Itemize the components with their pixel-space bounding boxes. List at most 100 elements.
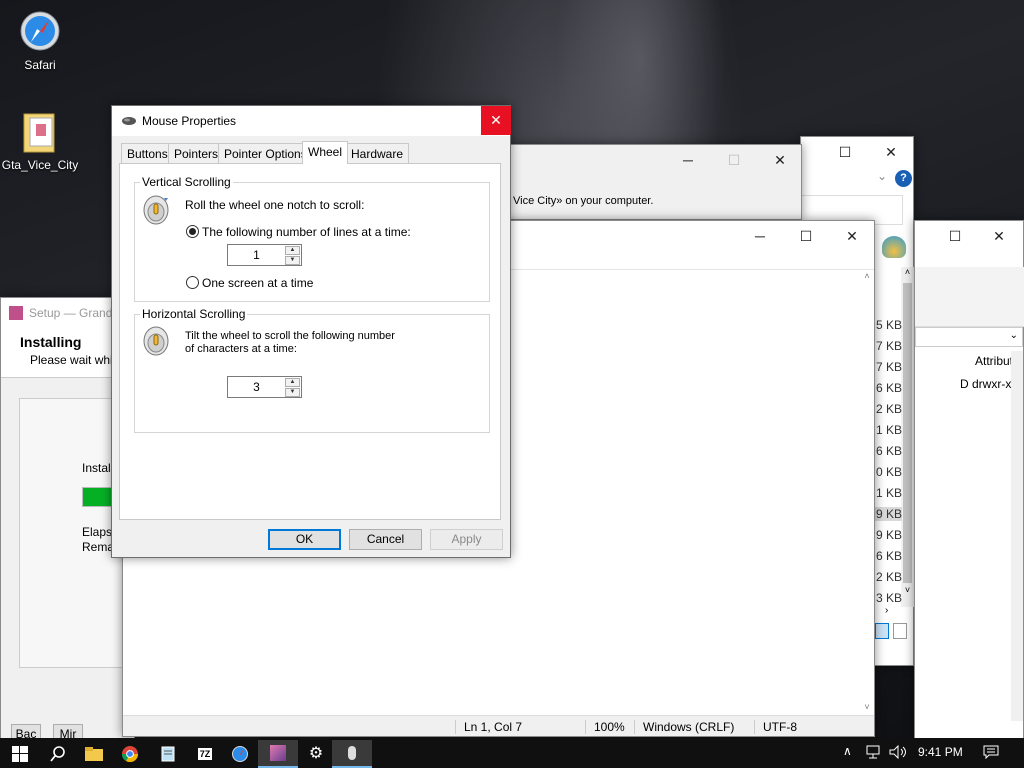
scroll-down-icon[interactable]: ˅ xyxy=(860,702,874,712)
taskbar-chrome[interactable] xyxy=(110,740,150,768)
file-size: 6 KB xyxy=(875,549,902,563)
file-size: 2 KB xyxy=(875,402,902,416)
horizontal-desc-line1: Tilt the wheel to scroll the following n… xyxy=(185,330,395,342)
tab-pointers[interactable]: Pointers xyxy=(168,143,225,163)
lines-value[interactable]: 1 xyxy=(228,245,285,265)
scroll-up-icon[interactable]: ˄ xyxy=(901,267,914,281)
file-size: 3 KB xyxy=(875,591,902,605)
close-icon[interactable]: ✕ xyxy=(869,137,913,167)
spin-down-icon[interactable]: ▼ xyxy=(285,256,300,265)
search-button[interactable] xyxy=(38,740,78,768)
lines-spinbox[interactable]: 1 ▲ ▼ xyxy=(227,244,302,266)
details-view-icon[interactable] xyxy=(875,623,889,639)
chars-value[interactable]: 3 xyxy=(228,377,285,397)
cancel-button[interactable]: Cancel xyxy=(349,529,422,550)
scroll-up-icon[interactable]: ˄ xyxy=(860,271,874,281)
taskbar-file-explorer[interactable] xyxy=(74,740,114,768)
taskbar-safari[interactable] xyxy=(220,740,260,768)
ok-button[interactable]: OK xyxy=(268,529,341,550)
large-icons-view-icon[interactable] xyxy=(893,623,907,639)
tab-hardware[interactable]: Hardware xyxy=(345,143,410,163)
windows-logo-icon xyxy=(12,746,28,762)
file-size: 0 KB xyxy=(875,465,902,479)
safari-compass-icon xyxy=(232,746,248,762)
taskbar-settings[interactable]: ⚙ xyxy=(296,740,336,768)
tab-pointer-options[interactable]: Pointer Options xyxy=(218,143,313,163)
status-line-ending: Windows (CRLF) xyxy=(634,720,734,734)
explorer-scroll-right-icon[interactable]: › xyxy=(885,605,888,616)
mouse-wheel-icon xyxy=(143,195,169,225)
spin-down-icon[interactable]: ▼ xyxy=(285,388,300,397)
scroll-thumb[interactable] xyxy=(903,283,912,583)
spin-up-icon[interactable]: ▲ xyxy=(285,378,300,387)
folder-archive-icon xyxy=(23,113,55,153)
taskbar-notepad[interactable] xyxy=(148,740,188,768)
status-zoom: 100% xyxy=(585,720,625,734)
desktop-icon-safari[interactable]: Safari xyxy=(0,10,80,72)
spin-up-icon[interactable]: ▲ xyxy=(285,246,300,255)
maximize-icon[interactable]: ☐ xyxy=(711,145,757,175)
chevron-down-icon: ⌄ xyxy=(1009,330,1018,341)
file-size: 6 KB xyxy=(875,381,902,395)
file-size: 7 KB xyxy=(875,360,902,374)
status-encoding: UTF-8 xyxy=(754,720,797,734)
chevron-down-icon[interactable]: ⌄ xyxy=(877,169,887,183)
close-button[interactable]: ✕ xyxy=(481,106,511,135)
show-hidden-icons-chevron-icon[interactable]: ∧ xyxy=(843,744,852,758)
app-shell-icon[interactable] xyxy=(882,236,906,258)
close-icon[interactable]: ✕ xyxy=(977,221,1021,251)
help-icon[interactable]: ? xyxy=(895,170,912,187)
file-size: 9 KB xyxy=(872,507,902,521)
notepad-status-bar: Ln 1, Col 7 100% Windows (CRLF) UTF-8 xyxy=(123,715,874,736)
minimize-icon[interactable]: ─ xyxy=(737,221,783,251)
close-icon[interactable]: ✕ xyxy=(829,221,875,251)
path-dropdown[interactable]: ⌄ xyxy=(915,327,1023,347)
setup-title: Setup — Grand xyxy=(29,306,113,320)
action-center-icon[interactable] xyxy=(983,745,999,759)
setup-app-icon xyxy=(270,745,286,761)
start-button[interactable] xyxy=(0,740,40,768)
toolbar-strip xyxy=(915,267,1024,327)
search-icon xyxy=(50,746,65,762)
scroll-down-icon[interactable]: ˅ xyxy=(901,585,914,599)
file-size: 7 KB xyxy=(875,339,902,353)
chrome-icon xyxy=(122,746,138,762)
vertical-scrollbar[interactable] xyxy=(1011,351,1023,721)
gear-icon: ⚙ xyxy=(308,745,324,762)
desktop-icon-label: Gta_Vice_City xyxy=(1,158,79,172)
maximize-icon[interactable]: ☐ xyxy=(823,137,867,167)
notepad-icon xyxy=(161,746,175,762)
chars-spinbox[interactable]: 3 ▲ ▼ xyxy=(227,376,302,398)
maximize-icon[interactable]: ☐ xyxy=(933,221,977,251)
vertical-desc: Roll the wheel one notch to scroll: xyxy=(185,198,365,212)
screen-radio-label[interactable]: One screen at a time xyxy=(202,276,313,290)
screen-radio[interactable] xyxy=(186,276,199,289)
volume-icon[interactable] xyxy=(889,745,907,759)
horizontal-scrolling-label: Horizontal Scrolling xyxy=(140,307,248,321)
file-size: 6 KB xyxy=(875,444,902,458)
tab-wheel[interactable]: Wheel xyxy=(302,141,349,164)
minimize-icon[interactable]: ─ xyxy=(665,145,711,175)
network-icon[interactable] xyxy=(866,745,882,759)
desktop-icon-gta-vice-city[interactable]: Gta_Vice_City xyxy=(0,110,80,172)
taskbar-7zip[interactable]: 7Z xyxy=(185,740,225,768)
taskbar-mouse-control-panel[interactable] xyxy=(332,740,372,768)
horizontal-desc-line2: of characters at a time: xyxy=(185,343,297,355)
taskbar-setup-app[interactable] xyxy=(258,740,298,768)
installer-dialog[interactable]: ─ ☐ ✕ Vice City» on your computer. xyxy=(500,144,802,220)
taskbar-clock[interactable]: 9:41 PM xyxy=(918,745,963,759)
file-size: 1 KB xyxy=(875,423,902,437)
wheel-tab-panel: Vertical Scrolling Roll the wheel one no… xyxy=(119,163,501,520)
folder-icon xyxy=(85,747,103,761)
mouse-device-icon xyxy=(348,746,356,760)
lines-radio-label[interactable]: The following number of lines at a time: xyxy=(202,225,411,239)
safari-compass-icon xyxy=(20,11,60,51)
apply-button[interactable]: Apply xyxy=(430,529,503,550)
file-manager-window[interactable]: ☐ ✕ ⌄ Attribute D drwxr-xr- xyxy=(914,220,1024,740)
maximize-icon[interactable]: ☐ xyxy=(783,221,829,251)
close-icon[interactable]: ✕ xyxy=(757,145,803,175)
tab-buttons[interactable]: Buttons xyxy=(121,143,174,163)
explorer-scrollbar[interactable]: ˄ ˅ xyxy=(901,267,914,607)
notepad-vertical-scrollbar[interactable]: ˄ ˅ xyxy=(860,271,874,714)
lines-radio[interactable] xyxy=(186,225,199,238)
